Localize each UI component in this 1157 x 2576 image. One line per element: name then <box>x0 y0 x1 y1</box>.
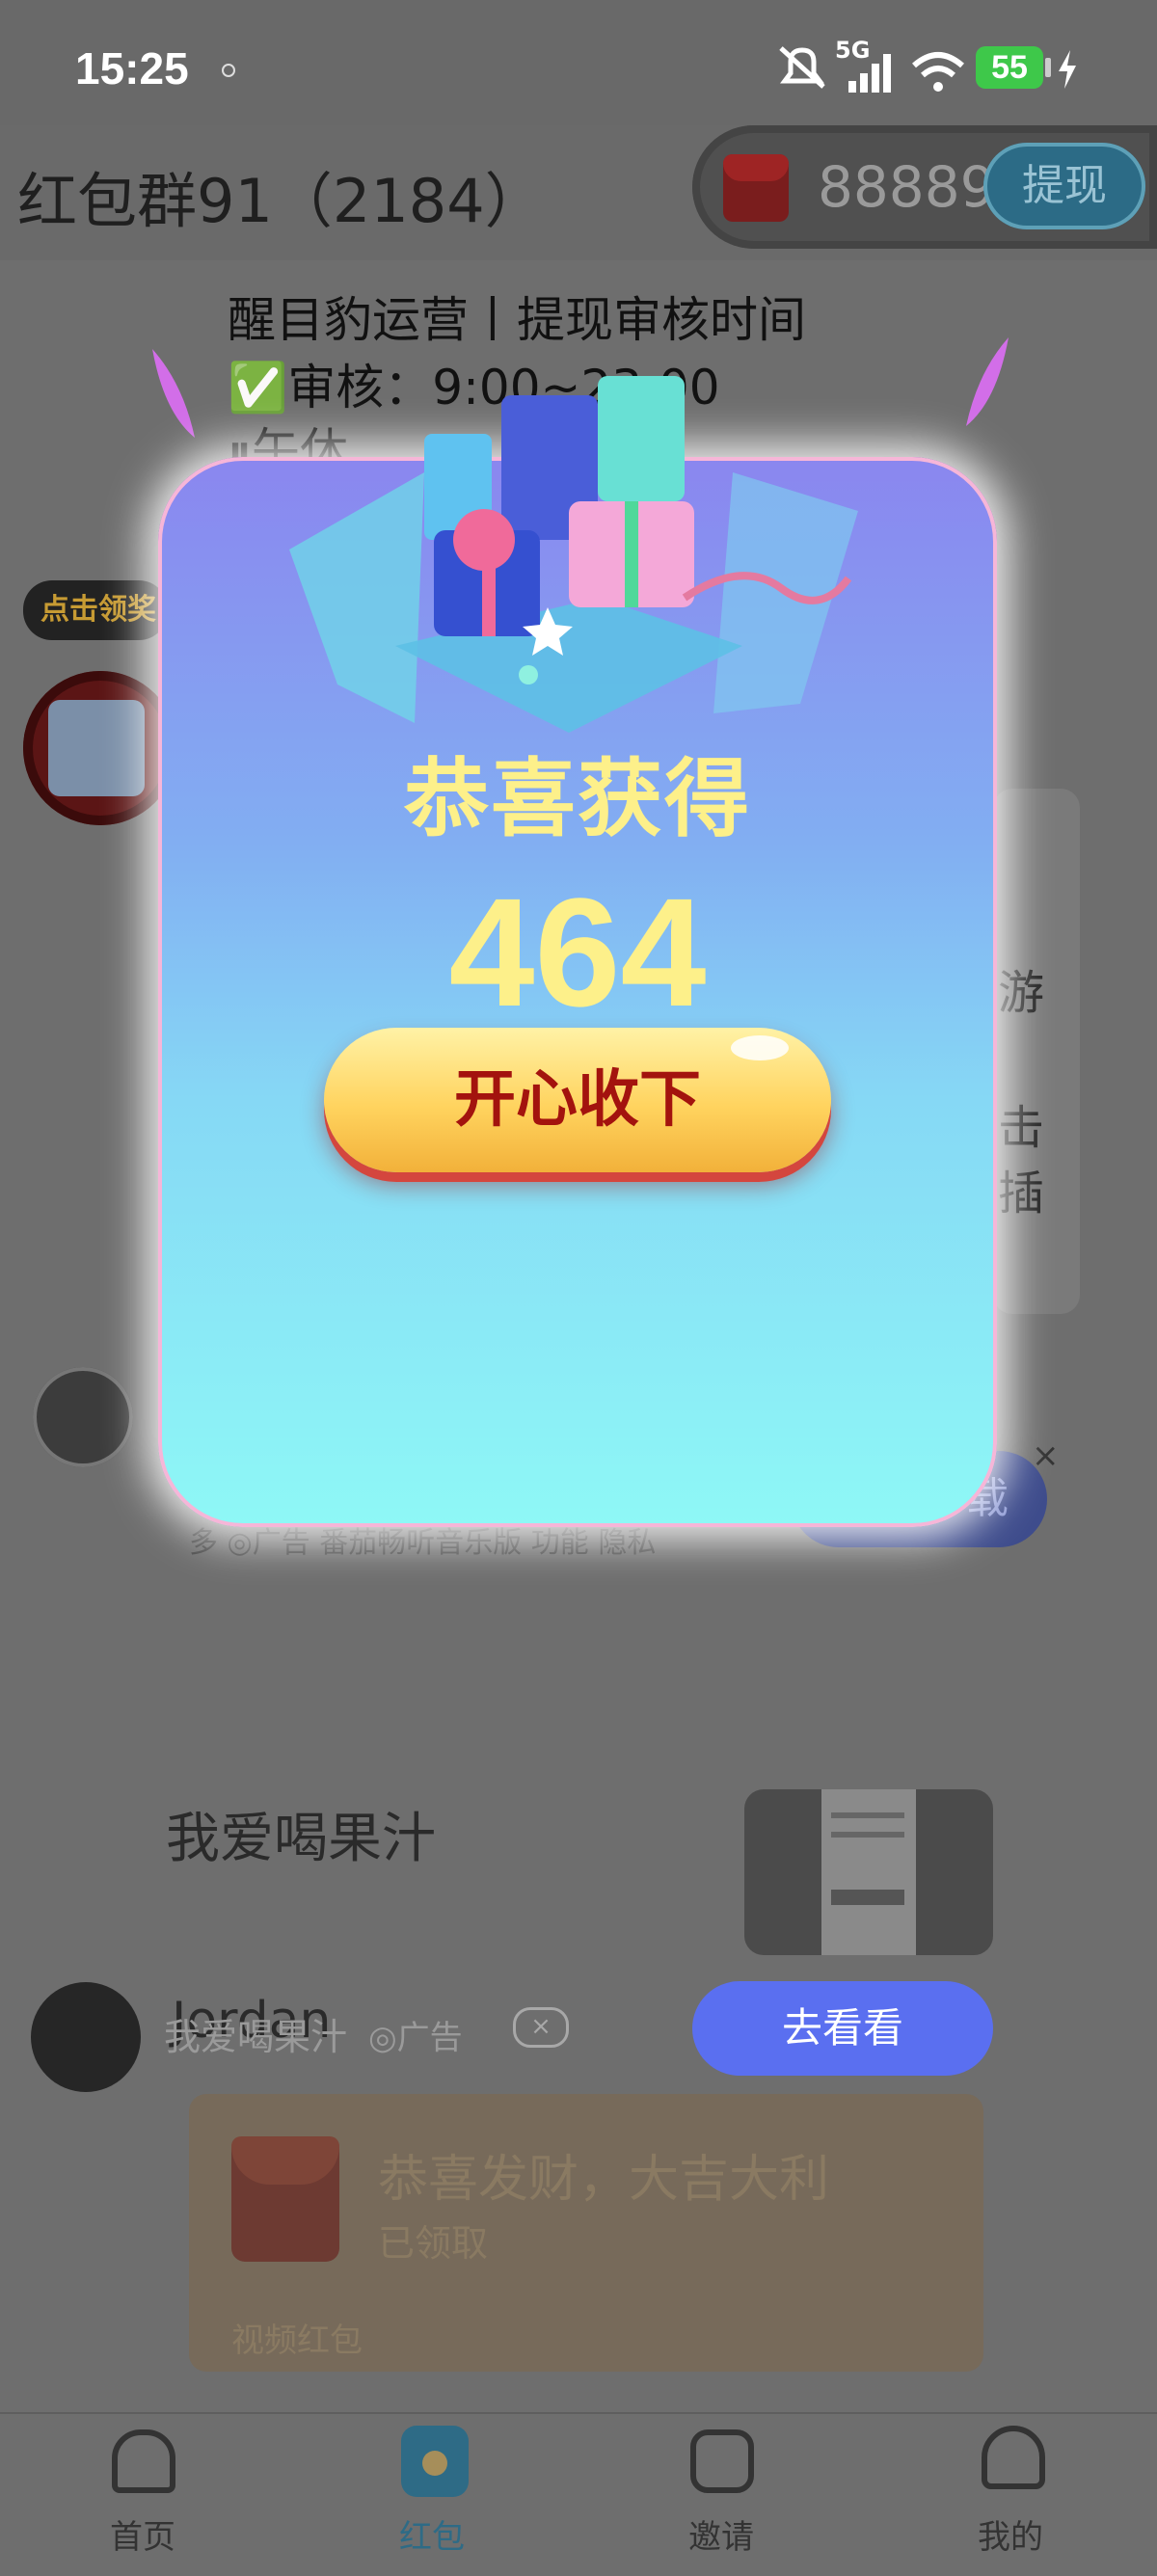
ad-source: 我爱喝果汁 <box>164 2016 348 2058</box>
mute-bell-icon <box>779 46 825 89</box>
red-packet-icon-dot <box>422 2451 447 2476</box>
tab-me[interactable]: 我的 <box>933 2510 1088 2558</box>
reward-amount: 464 <box>448 866 707 1038</box>
wallet-amount: 88889 <box>818 154 996 220</box>
close-icon[interactable]: × <box>1032 1436 1060 1475</box>
notification-dot-icon <box>222 64 235 77</box>
notice-line: 醒目豹运营丨提现审核时间 <box>228 292 806 348</box>
message-fragment: 插 <box>998 1167 1045 1221</box>
ad-thumbnail-line <box>831 1832 904 1838</box>
ad-title: 我爱喝果汁 <box>166 1808 436 1870</box>
battery-level: 55 <box>976 46 1043 89</box>
envelope-title: 恭喜发财，大吉大利 <box>378 2151 830 2209</box>
ad-close-button[interactable]: × <box>513 2007 569 2048</box>
red-envelope-flap <box>231 2136 339 2185</box>
avatar[interactable] <box>31 1982 141 2092</box>
confetti-icon <box>966 337 1009 426</box>
modal-title: 恭喜获得 <box>403 749 751 848</box>
tab-home[interactable]: 首页 <box>66 2510 220 2558</box>
withdraw-button[interactable]: 提现 <box>983 143 1145 229</box>
message-fragment: 击 <box>998 1101 1045 1155</box>
ad-thumbnail-line <box>831 1812 904 1818</box>
gift-boxes-icon <box>289 376 858 733</box>
tab-invite[interactable]: 邀请 <box>644 2510 798 2558</box>
battery-tip <box>1045 58 1051 77</box>
avatar[interactable] <box>33 1367 133 1467</box>
chat-title: 红包群91（2184） <box>17 166 545 236</box>
button-shine <box>731 1035 789 1060</box>
gift-box-icon <box>48 700 145 796</box>
ad-label: ◎广告 <box>368 2019 463 2057</box>
signal-icon <box>848 54 891 93</box>
profile-icon[interactable] <box>982 2426 1045 2489</box>
envelope-status: 已领取 <box>378 2222 489 2265</box>
charging-icon <box>1059 50 1076 89</box>
home-icon[interactable] <box>112 2429 175 2493</box>
red-envelope-flap <box>723 154 789 181</box>
message-fragment: 游 <box>998 966 1045 1020</box>
confetti-icon <box>152 349 195 438</box>
go-see-button[interactable]: 去看看 <box>692 1981 993 2076</box>
status-time: 15:25 <box>75 43 189 94</box>
wifi-icon <box>912 52 964 92</box>
invite-icon[interactable] <box>690 2429 754 2493</box>
tab-red-packet[interactable]: 红包 <box>355 2510 509 2558</box>
envelope-type: 视频红包 <box>231 2321 363 2360</box>
claim-tip-bubble: 点击领奖 <box>23 580 168 640</box>
message-card <box>993 789 1080 1314</box>
ad-thumbnail-button <box>831 1890 904 1905</box>
